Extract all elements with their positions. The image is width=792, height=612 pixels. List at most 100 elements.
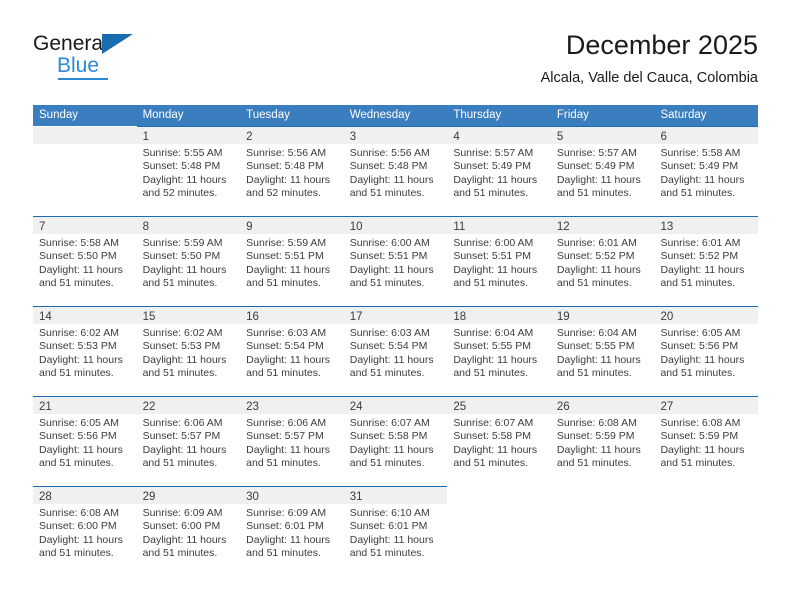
day-details [654,504,758,507]
calendar-day-cell[interactable]: 8 Sunrise: 5:59 AM Sunset: 5:50 PM Daylight… [136,216,241,306]
sunset-text: Sunset: 5:49 PM [556,160,635,173]
calendar-empty-cell [447,486,551,576]
day-number: 29 [142,491,156,503]
weekday-header-sunday: Sunday [39,109,79,121]
sunset-text: Sunset: 5:51 PM [453,250,531,263]
day-number-band: 27 [654,396,759,414]
logo-text-general: General [33,32,108,55]
calendar-empty-cell [33,126,137,216]
day-number: 10 [349,221,363,233]
sunrise-text: Sunrise: 6:00 AM [453,237,534,249]
sunrise-text: Sunrise: 6:08 AM [556,417,637,429]
calendar-day-cell[interactable]: 27 Sunrise: 6:08 AM Sunset: 5:59 PM Dayligh… [654,396,759,486]
general-blue-logo[interactable]: General Blue [33,32,213,88]
calendar-day-cell[interactable]: 4 Sunrise: 5:57 AM Sunset: 5:49 PM Daylight… [447,126,551,216]
calendar-day-cell[interactable]: 3 Sunrise: 5:56 AM Sunset: 5:48 PM Daylight… [343,126,448,216]
sunrise-text: Sunrise: 5:57 AM [453,147,534,159]
calendar-empty-cell [654,486,758,576]
day-number: 7 [39,221,46,233]
calendar-day-cell[interactable]: 19 Sunrise: 6:04 AM Sunset: 5:55 PM Dayligh… [550,306,655,396]
daylight-text: Daylight: 11 hours and 51 minutes. [142,353,227,380]
calendar-day-cell[interactable]: 15 Sunrise: 6:02 AM Sunset: 5:53 PM Dayligh… [136,306,241,396]
logo-text-blue: Blue [57,54,100,77]
title-block: December 2025 Alcala, Valle del Cauca, C… [541,28,758,88]
sunset-text: Sunset: 5:52 PM [556,250,635,263]
sunrise-text: Sunrise: 6:06 AM [246,417,327,429]
sunrise-text: Sunrise: 5:58 AM [660,147,741,159]
day-number: 20 [660,311,674,323]
calendar-day-cell[interactable]: 24 Sunrise: 6:07 AM Sunset: 5:58 PM Dayligh… [343,396,448,486]
sunset-text: Sunset: 5:54 PM [349,340,428,353]
sunset-text: Sunset: 5:55 PM [556,340,635,353]
daylight-text: Daylight: 11 hours and 51 minutes. [349,173,434,200]
daylight-text: Daylight: 11 hours and 51 minutes. [142,443,227,470]
calendar-day-cell[interactable]: 14 Sunrise: 6:02 AM Sunset: 5:53 PM Dayligh… [33,306,137,396]
day-number-band: 13 [654,216,759,234]
sunrise-text: Sunrise: 5:59 AM [142,237,223,249]
page-header: General Blue December 2025 Alcala, Valle… [33,28,758,90]
sunset-text: Sunset: 5:57 PM [246,430,324,443]
day-details: Sunrise: 5:57 AM Sunset: 5:49 PM Daylight:… [551,144,655,201]
sunrise-text: Sunrise: 6:04 AM [556,327,637,339]
day-details: Sunrise: 5:56 AM Sunset: 5:48 PM Daylight:… [344,144,448,201]
day-number: 25 [453,401,467,413]
calendar-day-cell[interactable]: 5 Sunrise: 5:57 AM Sunset: 5:49 PM Daylight… [550,126,655,216]
calendar-day-cell[interactable]: 17 Sunrise: 6:03 AM Sunset: 5:54 PM Dayligh… [343,306,448,396]
calendar-day-cell[interactable]: 22 Sunrise: 6:06 AM Sunset: 5:57 PM Dayligh… [136,396,241,486]
day-number: 27 [660,401,674,413]
sunset-text: Sunset: 6:01 PM [349,520,428,533]
day-number: 16 [246,311,259,323]
calendar-day-cell[interactable]: 12 Sunrise: 6:01 AM Sunset: 5:52 PM Dayligh… [550,216,655,306]
calendar-day-cell[interactable]: 16 Sunrise: 6:03 AM Sunset: 5:54 PM Dayligh… [240,306,344,396]
weekday-header-wednesday: Wednesday [349,109,411,121]
calendar-day-cell[interactable]: 21 Sunrise: 6:05 AM Sunset: 5:56 PM Dayligh… [33,396,137,486]
calendar-day-cell[interactable]: 9 Sunrise: 5:59 AM Sunset: 5:51 PM Daylight… [240,216,344,306]
day-number: 28 [39,491,52,503]
weekday-header-row: Sunday Monday Tuesday Wednesday Thursday Frid… [33,105,758,126]
calendar-day-cell[interactable]: 2 Sunrise: 5:56 AM Sunset: 5:48 PM Daylight… [240,126,344,216]
daylight-text: Daylight: 11 hours and 51 minutes. [39,533,123,560]
calendar-day-cell[interactable]: 25 Sunrise: 6:07 AM Sunset: 5:58 PM Dayligh… [447,396,551,486]
calendar-day-cell[interactable]: 23 Sunrise: 6:06 AM Sunset: 5:57 PM Dayligh… [240,396,344,486]
day-number: 12 [556,221,570,233]
sunset-text: Sunset: 5:48 PM [142,160,221,173]
calendar-day-cell[interactable]: 26 Sunrise: 6:08 AM Sunset: 5:59 PM Dayligh… [550,396,655,486]
page-title: December 2025 [565,30,758,60]
daylight-text: Daylight: 11 hours and 51 minutes. [660,353,745,380]
sunset-text: Sunset: 5:58 PM [453,430,531,443]
sunrise-text: Sunrise: 6:04 AM [453,327,534,339]
calendar-day-cell[interactable]: 29 Sunrise: 6:09 AM Sunset: 6:00 PM Dayligh… [136,486,241,576]
sunrise-text: Sunrise: 6:09 AM [142,507,223,519]
calendar-day-cell[interactable]: 31 Sunrise: 6:10 AM Sunset: 6:01 PM Dayligh… [343,486,448,576]
calendar-day-cell[interactable]: 28 Sunrise: 6:08 AM Sunset: 6:00 PM Dayligh… [33,486,137,576]
day-details: Sunrise: 5:58 AM Sunset: 5:49 PM Daylight:… [654,144,758,201]
day-number: 15 [142,311,156,323]
sunset-text: Sunset: 5:48 PM [246,160,324,173]
day-details [33,144,137,147]
day-number-band: 24 [343,396,448,414]
calendar-day-cell[interactable]: 30 Sunrise: 6:09 AM Sunset: 6:01 PM Dayligh… [240,486,344,576]
calendar-day-cell[interactable]: 13 Sunrise: 6:01 AM Sunset: 5:52 PM Dayligh… [654,216,759,306]
calendar-day-cell[interactable]: 11 Sunrise: 6:00 AM Sunset: 5:51 PM Dayligh… [447,216,551,306]
calendar-week-row: 21 Sunrise: 6:05 AM Sunset: 5:56 PM Dayligh… [33,396,759,486]
daylight-text: Daylight: 11 hours and 51 minutes. [349,353,434,380]
blue-triangle-icon [102,34,133,54]
calendar-day-cell[interactable]: 10 Sunrise: 6:00 AM Sunset: 5:51 PM Dayligh… [343,216,448,306]
day-details: Sunrise: 6:09 AM Sunset: 6:01 PM Daylight:… [240,504,344,561]
calendar-day-cell[interactable]: 18 Sunrise: 6:04 AM Sunset: 5:55 PM Dayligh… [447,306,551,396]
calendar-day-cell[interactable]: 20 Sunrise: 6:05 AM Sunset: 5:56 PM Dayligh… [654,306,759,396]
daylight-text: Daylight: 11 hours and 51 minutes. [349,263,434,290]
day-number-band: 1 [136,126,241,144]
calendar-day-cell[interactable]: 7 Sunrise: 5:58 AM Sunset: 5:50 PM Daylight… [33,216,137,306]
calendar-day-cell[interactable]: 1 Sunrise: 5:55 AM Sunset: 5:48 PM Daylight… [136,126,241,216]
day-number-band: 10 [343,216,448,234]
day-details: Sunrise: 5:59 AM Sunset: 5:50 PM Daylight:… [137,234,241,291]
logo-underline [58,78,108,80]
sunrise-text: Sunrise: 6:08 AM [39,507,119,519]
day-number: 21 [39,401,52,413]
day-number-band: 26 [550,396,655,414]
calendar-grid: Sunday Monday Tuesday Wednesday Thursday Frid… [33,105,759,576]
calendar-page: General Blue December 2025 Alcala, Valle… [0,0,792,612]
calendar-day-cell[interactable]: 6 Sunrise: 5:58 AM Sunset: 5:49 PM Daylight… [654,126,759,216]
day-number: 5 [556,131,564,143]
